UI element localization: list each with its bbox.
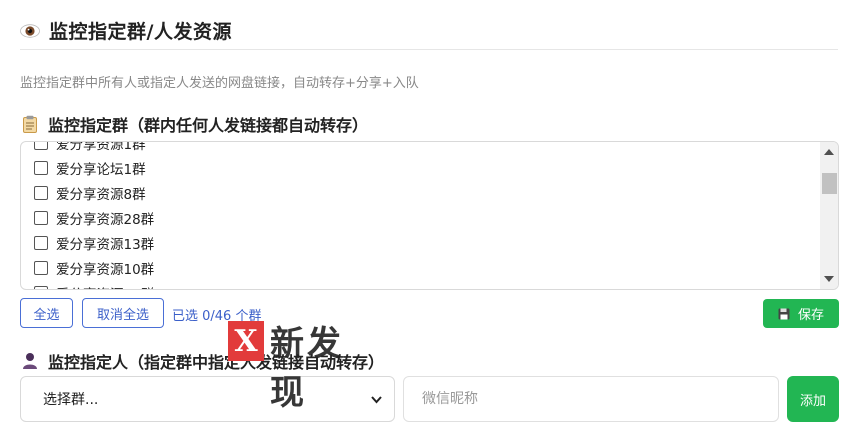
add-button[interactable]: 添加 [787,376,839,422]
page-title: 监控指定群/人发资源 [49,21,232,43]
save-button-label: 保存 [797,308,824,323]
group-checkbox[interactable] [34,210,48,225]
select-all-button[interactable]: 全选 [20,298,73,328]
eye-icon [20,23,40,38]
person-section-label: 监控指定人（指定群中指定人发链接自动转存） [48,353,385,372]
group-section-title: 监控指定群（群内任何人发链接都自动转存） [22,112,368,136]
group-list-item[interactable]: 爱分享论坛1群 [21,155,820,180]
group-section-label: 监控指定群（群内任何人发链接都自动转存） [48,116,369,135]
group-checkbox[interactable] [34,285,48,289]
group-list-item[interactable]: 爱分享资源1群 [21,141,820,155]
group-list-item[interactable]: 爱分享资源8群 [21,180,820,205]
group-select[interactable]: 选择群... [20,376,395,422]
deselect-all-button[interactable]: 取消全选 [82,298,164,328]
group-item-label: 爱分享资源29群 [56,283,154,290]
page-description: 监控指定群中所有人或指定人发送的网盘链接，自动转存+分享+入队 [20,76,419,91]
group-checkbox[interactable] [34,185,48,200]
group-select-value: 选择群... [43,392,99,408]
save-button[interactable]: 保存 [763,299,839,328]
group-item-label: 爱分享资源13群 [56,236,155,253]
group-list-item[interactable]: 爱分享资源13群 [21,230,820,255]
nickname-input[interactable] [403,376,779,422]
group-checkbox[interactable] [34,260,48,275]
selected-count: 已选 0/46 个群 [172,309,262,324]
group-item-label: 爱分享资源10群 [56,261,155,278]
floppy-disk-icon [778,308,790,319]
group-item-label: 爱分享论坛1群 [56,161,146,178]
scroll-thumb[interactable] [822,173,837,194]
group-item-label: 爱分享资源1群 [56,141,146,153]
person-section-title: 监控指定人（指定群中指定人发链接自动转存） [22,349,384,373]
clipboard-icon [23,115,37,133]
scroll-up-arrow-icon[interactable] [824,149,834,155]
group-checkbox[interactable] [34,235,48,250]
person-icon [23,353,37,369]
group-list[interactable]: 爱分享资源1群 爱分享论坛1群 爱分享资源8群 爱分享资源28群 爱分享资源13群 爱分享… [20,141,839,290]
group-list-items: 爱分享资源1群 爱分享论坛1群 爱分享资源8群 爱分享资源28群 爱分享资源13群 爱分享… [21,141,820,290]
group-checkbox[interactable] [34,160,48,175]
group-list-item[interactable]: 爱分享资源28群 [21,205,820,230]
chevron-down-icon [371,396,382,404]
scroll-down-arrow-icon[interactable] [824,276,834,282]
group-list-item[interactable]: 爱分享资源10群 [21,255,820,280]
group-list-item[interactable]: 爱分享资源29群 [21,280,820,290]
group-list-scrollbar[interactable] [820,142,838,289]
page-header: 监控指定群/人发资源 [20,14,838,50]
group-checkbox[interactable] [34,142,48,150]
group-item-label: 爱分享资源8群 [56,186,146,203]
group-item-label: 爱分享资源28群 [56,211,155,228]
